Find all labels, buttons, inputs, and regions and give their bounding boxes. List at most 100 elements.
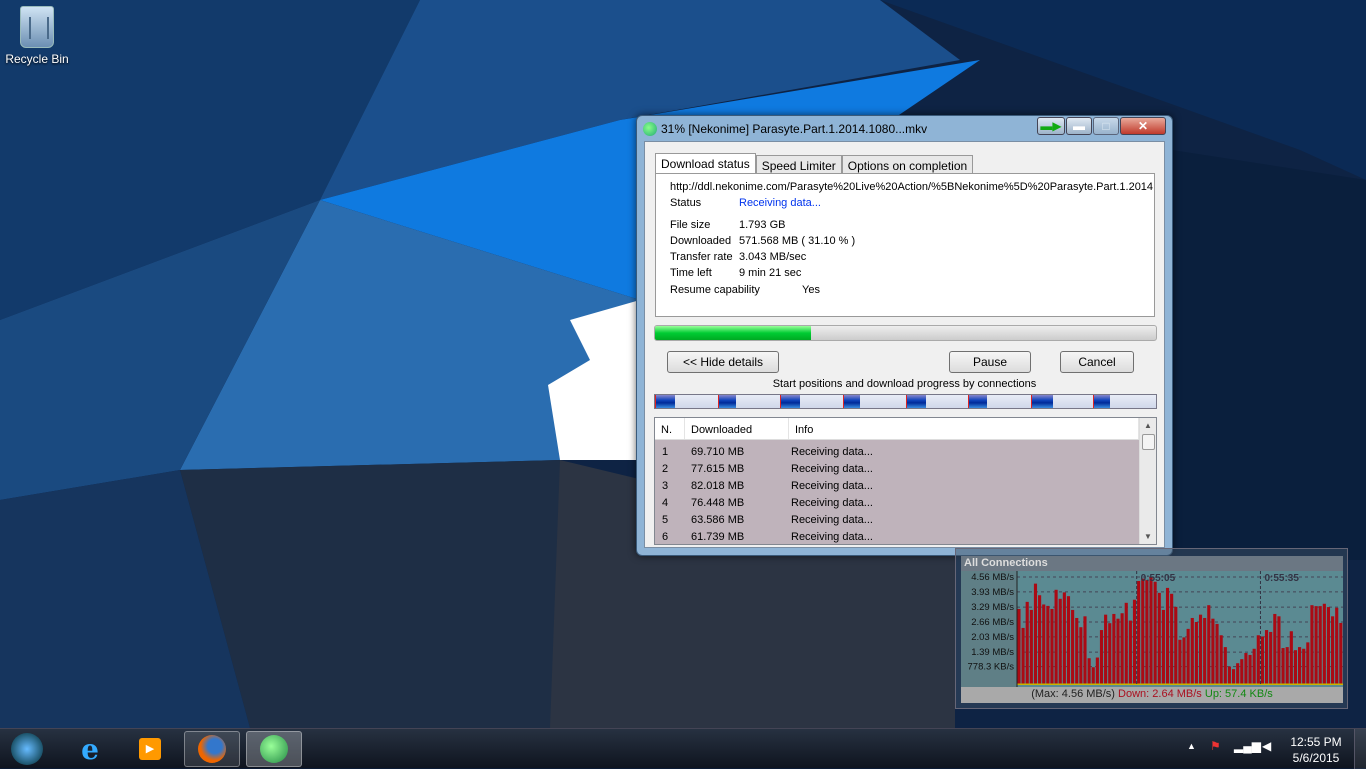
download-speed-bar <box>1318 606 1322 685</box>
taskbar: e ▶ ▲ ⚑ ▂▄▆ ◀ 12:55 PM 5/6/2015 <box>0 728 1366 769</box>
scroll-up-icon[interactable]: ▲ <box>1144 421 1152 430</box>
minimize-icon: ▬ <box>1073 119 1085 133</box>
download-speed-bar <box>1231 669 1236 685</box>
download-speed-bar <box>1236 663 1240 685</box>
recycle-bin-icon <box>20 6 54 48</box>
scroll-down-icon[interactable]: ▼ <box>1144 532 1152 541</box>
download-speed-bar <box>1170 593 1174 685</box>
connection-info: Receiving data... <box>791 479 873 492</box>
download-speed-bar <box>1269 631 1273 685</box>
table-row[interactable]: 2 77.615 MB Receiving data... <box>655 460 1156 477</box>
download-speed-bar <box>1017 608 1021 685</box>
show-hidden-icons-button[interactable]: ▲ <box>1187 741 1196 751</box>
down-speed: Down: 2.64 MB/s <box>1118 688 1202 700</box>
clock-time: 12:55 PM <box>1290 735 1342 749</box>
pause-button[interactable]: Pause <box>949 351 1031 373</box>
media-player-icon: ▶ <box>139 738 161 760</box>
download-speed-bar <box>1091 667 1095 685</box>
connection-segment <box>968 395 988 408</box>
close-button[interactable]: ✕ <box>1120 117 1166 135</box>
taskbar-media-player[interactable]: ▶ <box>122 731 178 767</box>
y-tick-label: 2.66 MB/s <box>971 617 1014 628</box>
time-label: 0:55:05 <box>1141 573 1176 584</box>
maximize-button[interactable]: □ <box>1093 117 1119 135</box>
taskbar-firefox[interactable] <box>184 731 240 767</box>
taskbar-internet-download-manager[interactable] <box>246 731 302 767</box>
status-label: Status <box>670 197 702 209</box>
download-speed-bar <box>1248 654 1252 685</box>
download-speed-bar <box>1079 627 1083 685</box>
download-speed-bar <box>1310 605 1314 685</box>
connection-downloaded: 63.586 MB <box>691 513 745 526</box>
download-progress-bar <box>654 325 1157 341</box>
hide-details-button[interactable]: << Hide details <box>667 351 779 373</box>
download-speed-bar <box>1104 614 1108 685</box>
connections-progress-bar <box>654 394 1157 409</box>
connection-segment <box>717 395 737 408</box>
download-speed-bar <box>1244 653 1248 685</box>
clock[interactable]: 12:55 PM 5/6/2015 <box>1286 734 1346 766</box>
maximize-icon: □ <box>1102 119 1110 133</box>
max-speed: (Max: 4.56 MB/s) <box>1031 688 1115 700</box>
idm-app-icon <box>643 122 657 136</box>
download-speed-bar <box>1025 601 1029 685</box>
column-header-info[interactable]: Info <box>789 418 1139 439</box>
download-speed-bar <box>1182 637 1186 685</box>
window-title: 31% [Nekonime] Parasyte.Part.1.2014.1080… <box>661 122 928 136</box>
column-header-downloaded[interactable]: Downloaded <box>685 418 789 439</box>
file-size-label: File size <box>670 219 711 231</box>
minimize-to-tray-button[interactable]: ▬▶ <box>1037 117 1065 135</box>
list-scrollbar[interactable]: ▲ ▼ <box>1139 418 1156 544</box>
transfer-rate-label: Transfer rate <box>670 251 733 263</box>
download-speed-bar <box>1083 616 1087 685</box>
download-speed-bar <box>1215 623 1219 685</box>
network-signal-icon[interactable]: ▂▄▆ <box>1234 739 1261 753</box>
cancel-button[interactable]: Cancel <box>1060 351 1134 373</box>
taskbar-internet-explorer[interactable]: e <box>62 731 118 767</box>
start-button[interactable] <box>4 731 50 767</box>
title-bar[interactable]: 31% [Nekonime] Parasyte.Part.1.2014.1080… <box>637 116 1172 141</box>
download-speed-bar <box>1029 609 1033 685</box>
y-tick-label: 3.93 MB/s <box>971 587 1014 598</box>
connection-segment <box>655 395 675 408</box>
download-speed-bar <box>1108 623 1112 685</box>
internet-explorer-icon: e <box>81 732 99 766</box>
table-row[interactable]: 3 82.018 MB Receiving data... <box>655 477 1156 494</box>
download-speed-bar <box>1326 607 1331 685</box>
speed-chart: 4.56 MB/s 3.93 MB/s 3.29 MB/s 2.66 MB/s 2.03… <box>961 571 1343 687</box>
table-row[interactable]: 4 76.448 MB Receiving data... <box>655 494 1156 511</box>
action-center-flag-icon[interactable]: ⚑ <box>1210 739 1221 753</box>
download-speed-bar <box>1149 577 1153 685</box>
transfer-rate-value: 3.043 MB/sec <box>739 251 807 263</box>
download-speed-bar <box>1042 604 1046 685</box>
downloaded-label: Downloaded <box>670 235 732 247</box>
connection-info: Receiving data... <box>791 513 873 526</box>
table-row[interactable]: 6 61.739 MB Receiving data... <box>655 528 1156 544</box>
table-row[interactable]: 5 63.586 MB Receiving data... <box>655 511 1156 528</box>
download-speed-bar <box>1302 648 1306 685</box>
download-speed-bar <box>1087 658 1091 685</box>
download-progress-dialog: 31% [Nekonime] Parasyte.Part.1.2014.1080… <box>636 115 1173 556</box>
column-header-number[interactable]: N. <box>655 418 685 439</box>
connection-number: 2 <box>662 462 669 475</box>
scrollbar-thumb[interactable] <box>1142 434 1155 450</box>
connections-label: Start positions and download progress by… <box>772 378 1037 390</box>
desktop-icon-recycle-bin[interactable]: Recycle Bin <box>4 6 70 66</box>
download-speed-bar <box>1066 596 1071 685</box>
connection-number: 4 <box>662 496 669 509</box>
show-desktop-button[interactable] <box>1354 729 1366 769</box>
download-speed-bar <box>1339 622 1343 685</box>
minimize-button[interactable]: ▬ <box>1066 117 1092 135</box>
close-icon: ✕ <box>1137 119 1149 133</box>
table-row[interactable]: 1 69.710 MB Receiving data... <box>655 443 1156 460</box>
connection-number: 1 <box>662 445 669 458</box>
y-tick-label: 1.39 MB/s <box>971 647 1014 658</box>
recycle-bin-label: Recycle Bin <box>5 52 69 66</box>
volume-icon[interactable]: ◀ <box>1262 739 1271 753</box>
download-speed-bar <box>1240 659 1244 685</box>
connection-number: 6 <box>662 530 669 543</box>
graph-title: All Connections <box>961 556 1343 571</box>
connections-list: N. Downloaded Info 1 69.710 MB Receiving d… <box>654 417 1157 545</box>
connection-segment <box>905 395 926 408</box>
connection-segment <box>842 395 860 408</box>
